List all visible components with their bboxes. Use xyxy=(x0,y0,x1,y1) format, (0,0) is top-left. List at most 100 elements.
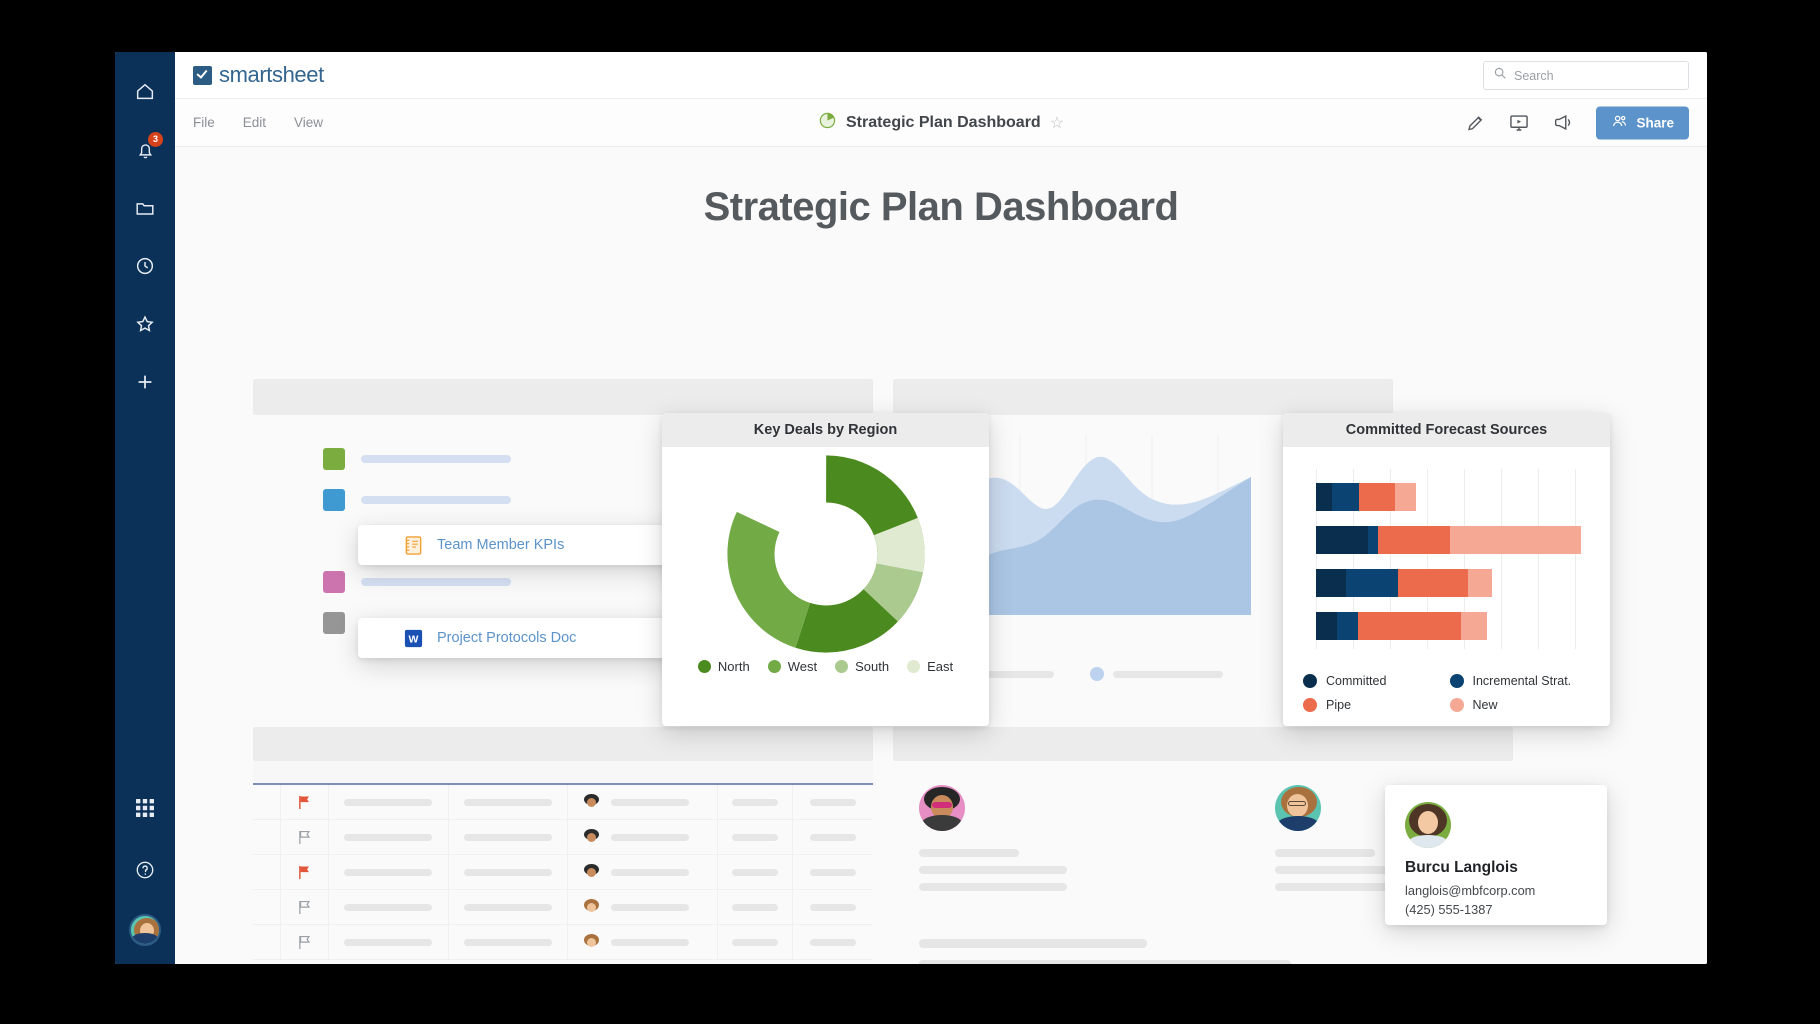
flag-icon-filled[interactable] xyxy=(281,855,329,889)
share-button[interactable]: Share xyxy=(1596,106,1689,139)
shortcut-label: Team Member KPIs xyxy=(437,537,565,553)
assignee-cell xyxy=(568,820,719,854)
bar-row-1 xyxy=(1316,483,1416,511)
legend-entry-new: New xyxy=(1449,698,1597,712)
rail-item-create[interactable] xyxy=(127,364,163,400)
widget-header xyxy=(893,727,1513,761)
legend-label: South xyxy=(855,659,890,674)
placeholder-lines xyxy=(919,849,1089,891)
rail-item-recents[interactable] xyxy=(127,248,163,284)
share-button-label: Share xyxy=(1636,115,1674,130)
checkbox-logo-icon xyxy=(193,65,212,85)
bar-seg-new xyxy=(1395,483,1416,511)
placeholder-label xyxy=(361,495,511,504)
donut-chart-plot xyxy=(662,447,989,653)
word-doc-icon: W xyxy=(403,628,424,649)
search-box[interactable] xyxy=(1483,61,1689,90)
row-number xyxy=(253,855,281,889)
presentation-icon[interactable] xyxy=(1508,112,1530,134)
smartsheet-logo[interactable]: smartsheet xyxy=(193,62,324,88)
bar-seg-pipe xyxy=(1359,483,1395,511)
table-cell xyxy=(718,785,794,819)
table-row[interactable] xyxy=(253,890,873,925)
table-cell xyxy=(449,855,569,889)
bar-seg-pipe xyxy=(1378,526,1450,554)
rail-item-favorites[interactable] xyxy=(127,306,163,342)
search-input[interactable] xyxy=(1514,68,1679,83)
sheet-widget xyxy=(253,727,873,964)
legend-swatch xyxy=(1449,674,1464,688)
menu-edit[interactable]: Edit xyxy=(243,115,266,130)
avatar xyxy=(582,933,601,952)
legend-swatch xyxy=(1449,698,1464,712)
bar-seg-new xyxy=(1450,526,1581,554)
rail-item-help[interactable] xyxy=(127,852,163,888)
notification-badge: 3 xyxy=(148,132,163,147)
table-row[interactable] xyxy=(253,785,873,820)
menu-file[interactable]: File xyxy=(193,115,215,130)
table-cell xyxy=(449,820,569,854)
placeholder-label xyxy=(361,577,511,586)
bar-seg-pipe xyxy=(1398,569,1468,597)
megaphone-icon[interactable] xyxy=(1552,112,1574,134)
people-list xyxy=(919,785,1445,891)
toolbar-actions: Share xyxy=(1465,106,1689,139)
table-row[interactable] xyxy=(253,855,873,890)
widget-header xyxy=(253,727,873,761)
table-row[interactable] xyxy=(253,820,873,855)
contact-email[interactable]: langlois@mbfcorp.com xyxy=(1405,881,1587,900)
account-avatar[interactable] xyxy=(129,914,161,946)
flag-icon-outline[interactable] xyxy=(281,890,329,924)
table-row[interactable] xyxy=(253,925,873,960)
contact-phone[interactable]: (425) 555-1387 xyxy=(1405,900,1587,919)
menu-view[interactable]: View xyxy=(294,115,323,130)
table-cell xyxy=(449,925,569,959)
grid-icon xyxy=(135,798,155,818)
rail-item-app-switcher[interactable] xyxy=(127,790,163,826)
avatar xyxy=(582,793,601,812)
color-swatch-green xyxy=(323,447,345,470)
table-cell xyxy=(793,890,873,924)
bar-seg-incremental xyxy=(1332,483,1359,511)
home-icon xyxy=(134,81,156,103)
person-card[interactable] xyxy=(919,785,1089,891)
pencil-icon[interactable] xyxy=(1465,112,1486,133)
legend-label: West xyxy=(787,659,818,674)
flag-icon-outline[interactable] xyxy=(281,925,329,959)
row-number xyxy=(253,785,281,819)
legend-label: Incremental Strat. xyxy=(1472,674,1572,688)
favorite-star-icon[interactable]: ☆ xyxy=(1050,113,1064,133)
bar-seg-incremental xyxy=(1368,526,1378,554)
menu-bar: File Edit View Strategic Plan Dashboard … xyxy=(175,99,1707,147)
table-cell xyxy=(329,890,449,924)
placeholder-lines xyxy=(919,939,1291,964)
bar-seg-pipe xyxy=(1358,612,1461,640)
legend-entry-east: East xyxy=(907,659,953,674)
flag-icon-outline[interactable] xyxy=(281,820,329,854)
avatar-face xyxy=(131,916,159,944)
legend-swatch xyxy=(907,660,921,673)
flag-icon-filled[interactable] xyxy=(281,785,329,819)
left-nav-rail: 3 xyxy=(115,52,175,964)
svg-text:W: W xyxy=(409,633,419,645)
legend-entry-incremental: Incremental Strat. xyxy=(1449,674,1597,688)
plus-icon xyxy=(134,371,156,393)
bar-seg-committed xyxy=(1316,612,1337,640)
avatar xyxy=(582,863,601,882)
widget-title: Committed Forecast Sources xyxy=(1345,422,1548,438)
clock-icon xyxy=(134,255,156,277)
donut-slice-east xyxy=(726,455,925,653)
contact-card[interactable]: Burcu Langlois langlois@mbfcorp.com (425… xyxy=(1385,785,1607,925)
document-title-group: Strategic Plan Dashboard ☆ xyxy=(818,111,1064,135)
rail-item-home[interactable] xyxy=(127,74,163,110)
rail-item-browse[interactable] xyxy=(127,190,163,226)
avatar xyxy=(1275,785,1321,831)
rail-item-notifications[interactable]: 3 xyxy=(127,132,163,168)
legend-label: Committed xyxy=(1326,674,1387,688)
star-icon xyxy=(134,313,156,335)
assignee-cell xyxy=(568,890,719,924)
legend-entry xyxy=(1090,667,1223,681)
bar-seg-committed xyxy=(1316,569,1346,597)
legend-label: East xyxy=(927,659,954,674)
bar-row-4 xyxy=(1316,612,1487,640)
